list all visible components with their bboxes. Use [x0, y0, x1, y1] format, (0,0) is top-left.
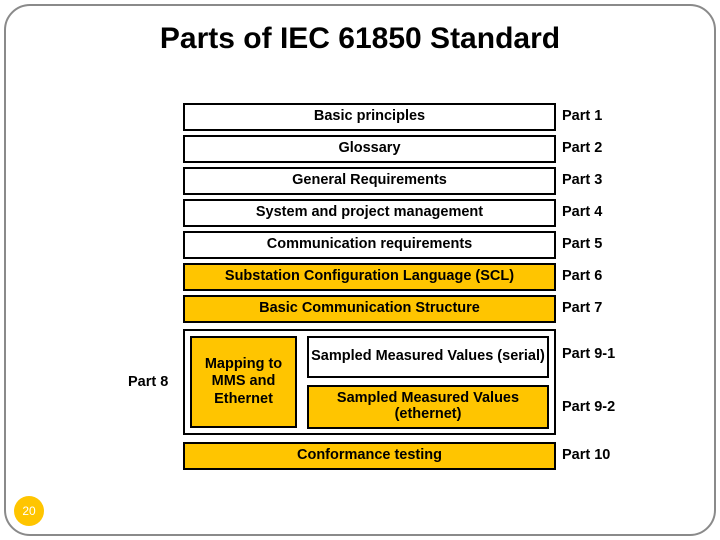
- part-box-9-2: Sampled Measured Values (ethernet): [307, 385, 549, 429]
- part-box-label: Basic principles: [313, 108, 426, 125]
- part-box-label: Sampled Measured Values (ethernet): [336, 390, 520, 422]
- mapping-box-label: Mapping to MMS and Ethernet: [204, 355, 283, 407]
- part-box-2: Glossary: [183, 135, 556, 163]
- part-box-6: Substation Configuration Language (SCL): [183, 263, 556, 291]
- page-number-badge: 20: [14, 496, 44, 526]
- part-box-1: Basic principles: [183, 103, 556, 131]
- part-box-4: System and project management: [183, 199, 556, 227]
- part-number-8: Part 8: [128, 374, 169, 390]
- slide: Parts of IEC 61850 Standard Basic princi…: [0, 0, 720, 540]
- part-number-9-2: Part 9-2: [562, 399, 616, 415]
- part-number-10: Part 10: [562, 447, 611, 463]
- part-box-label: Sampled Measured Values (serial): [311, 348, 545, 365]
- part-box-label: Glossary: [338, 140, 401, 157]
- part-number-1: Part 1: [562, 108, 603, 124]
- part-number-7: Part 7: [562, 300, 603, 316]
- part-number-4: Part 4: [562, 204, 603, 220]
- part-number-6: Part 6: [562, 268, 603, 284]
- part-box-label: Basic Communication Structure: [259, 300, 480, 317]
- part-box-10: Conformance testing: [183, 442, 556, 470]
- part-box-7: Basic Communication Structure: [183, 295, 556, 323]
- part-box-5: Communication requirements: [183, 231, 556, 259]
- part-box-label: Substation Configuration Language (SCL): [224, 268, 515, 285]
- mapping-box: Mapping to MMS and Ethernet: [190, 336, 297, 428]
- part-number-2: Part 2: [562, 140, 603, 156]
- part-box-label: System and project management: [255, 204, 484, 221]
- part-box-label: General Requirements: [292, 172, 447, 189]
- part-number-5: Part 5: [562, 236, 603, 252]
- part-box-3: General Requirements: [183, 167, 556, 195]
- part-box-label: Communication requirements: [266, 236, 473, 253]
- part-box-9-1: Sampled Measured Values (serial): [307, 336, 549, 378]
- part-number-3: Part 3: [562, 172, 603, 188]
- part-box-label: Conformance testing: [296, 447, 442, 464]
- iec-parts-diagram: Basic principles Part 1 Glossary Part 2 …: [0, 0, 720, 540]
- part-number-9-1: Part 9-1: [562, 346, 616, 362]
